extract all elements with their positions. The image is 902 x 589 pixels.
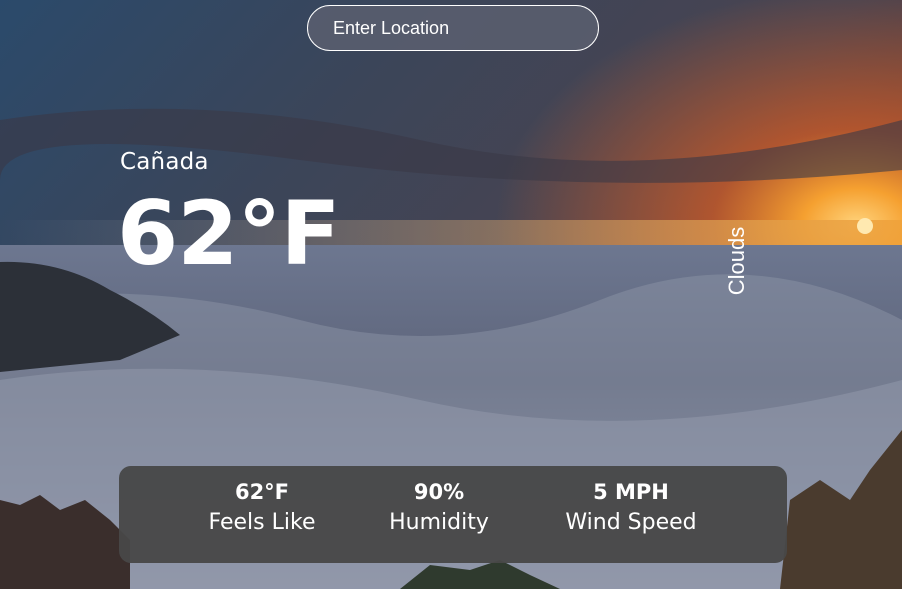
- location-search-input[interactable]: [307, 5, 599, 51]
- feels-like-label: Feels Like: [208, 510, 316, 535]
- feels-like-stat: 62°F Feels Like: [209, 482, 316, 534]
- wind-speed-value: 5 MPH: [593, 480, 669, 504]
- location-name: Cañada: [120, 149, 209, 175]
- current-temperature: 62°F: [117, 182, 341, 285]
- wind-speed-label: Wind Speed: [565, 510, 697, 535]
- weather-stats-panel: 62°F Feels Like 90% Humidity 5 MPH Wind …: [119, 466, 787, 563]
- weather-condition: Clouds: [724, 226, 749, 296]
- humidity-label: Humidity: [389, 510, 489, 535]
- feels-like-value: 62°F: [234, 480, 290, 504]
- humidity-stat: 90% Humidity: [389, 482, 489, 534]
- wind-speed-stat: 5 MPH Wind Speed: [565, 482, 696, 534]
- humidity-value: 90%: [413, 480, 465, 504]
- search-bar: [307, 5, 599, 51]
